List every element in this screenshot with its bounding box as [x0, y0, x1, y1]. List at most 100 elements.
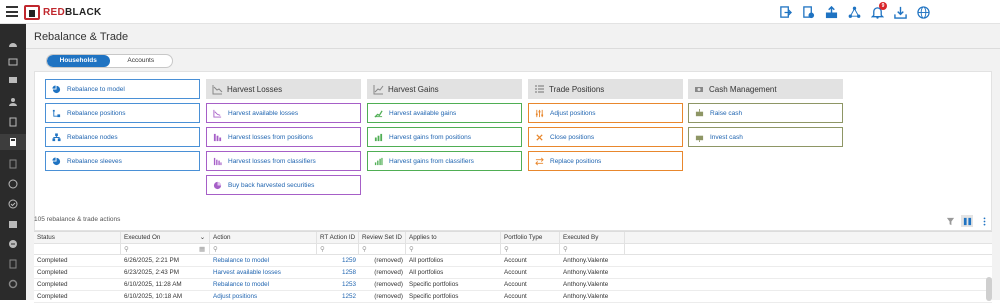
classifier-bars-icon	[213, 157, 222, 165]
cash-hand-icon	[695, 86, 703, 92]
check-icon[interactable]	[0, 196, 26, 212]
cell-action-link[interactable]: Harvest available losses	[210, 267, 317, 278]
rebalance-to-model-button[interactable]: Rebalance to model	[45, 79, 200, 99]
harvest-gains-from-classifiers-button[interactable]: Harvest gains from classifiers	[367, 151, 522, 171]
cell-rt-id-link[interactable]: 1259	[317, 255, 359, 266]
col-action[interactable]: Action	[210, 232, 317, 243]
rebalance-nodes-button[interactable]: Rebalance nodes	[45, 127, 200, 147]
raise-cash-button[interactable]: Raise cash	[688, 103, 843, 123]
cell-status: Completed	[37, 281, 68, 288]
rebalance-positions-button[interactable]: Rebalance positions	[45, 103, 200, 123]
document-icon[interactable]	[0, 156, 26, 172]
cell-rt-id-link[interactable]: 1253	[317, 279, 359, 290]
cell-rt-id-link[interactable]: 1258	[317, 267, 359, 278]
trade-nav-icon[interactable]	[0, 134, 26, 150]
cash-management-title: Cash Management	[709, 84, 777, 94]
harvest-available-losses-label: Harvest available losses	[228, 109, 299, 117]
household-icon[interactable]	[0, 72, 26, 88]
cell-action-link[interactable]: Adjust positions	[210, 291, 317, 302]
network-icon[interactable]	[847, 5, 861, 19]
users-icon[interactable]	[0, 94, 26, 110]
upload-icon[interactable]	[824, 5, 838, 19]
model-icon[interactable]	[0, 176, 26, 192]
replace-positions-button[interactable]: Replace positions	[528, 151, 683, 171]
col-status[interactable]: Status	[34, 232, 121, 243]
invest-cash-button[interactable]: Invest cash	[688, 127, 843, 147]
sleeves-pie-icon	[52, 156, 61, 165]
rebalance-sleeves-button[interactable]: Rebalance sleeves	[45, 151, 200, 171]
toggle-households[interactable]: Households	[47, 55, 110, 67]
calendar-icon[interactable]	[0, 216, 26, 232]
calendar-picker-icon[interactable]: ▦	[199, 246, 205, 253]
cell-review-set: (removed)	[374, 281, 403, 288]
close-positions-label: Close positions	[550, 133, 595, 141]
filter-applies-to[interactable]: ⚲	[406, 244, 501, 254]
cell-portfolio-type: Account	[504, 257, 527, 264]
cell-review-set: (removed)	[374, 293, 403, 300]
filter-rt-id[interactable]: ⚲	[317, 244, 359, 254]
sort-chevron-icon[interactable]: ⌄	[200, 234, 205, 241]
column-chooser-icon[interactable]	[961, 215, 973, 227]
buy-back-harvested-button[interactable]: Buy back harvested securities	[206, 175, 361, 195]
rebalance-group: Rebalance to model Rebalance positions R…	[45, 79, 200, 175]
dashboard-icon[interactable]	[0, 36, 26, 52]
globe-icon[interactable]	[916, 5, 930, 19]
trade-icon[interactable]	[778, 5, 792, 19]
harvest-losses-from-positions-button[interactable]: Harvest losses from positions	[206, 127, 361, 147]
filter-status[interactable]	[34, 244, 121, 254]
cell-action-link[interactable]: Rebalance to model	[210, 255, 317, 266]
cell-executed-by: Anthony.Valente	[563, 269, 609, 276]
col-review-set-id[interactable]: Review Set ID	[359, 232, 406, 243]
action-panel: Rebalance to model Rebalance positions R…	[34, 71, 992, 231]
toggle-accounts[interactable]: Accounts	[110, 55, 173, 67]
harvest-losses-from-classifiers-button[interactable]: Harvest losses from classifiers	[206, 151, 361, 171]
table-row[interactable]: Completed 6/23/2025, 2:43 PM Harvest ava…	[34, 267, 992, 279]
swap-arrows-icon	[535, 157, 544, 165]
filter-icon[interactable]	[944, 215, 956, 227]
filter-action[interactable]: ⚲	[210, 244, 317, 254]
more-options-icon[interactable]	[978, 215, 990, 227]
cell-action-link[interactable]: Rebalance to model	[210, 279, 317, 290]
bell-icon[interactable]: 9	[870, 2, 887, 19]
table-row[interactable]: Completed 6/26/2025, 2:21 PM Rebalance t…	[34, 255, 992, 267]
col-portfolio-type[interactable]: Portfolio Type	[501, 232, 560, 243]
close-x-icon	[536, 133, 543, 141]
rebalance-icon[interactable]	[0, 114, 26, 130]
settings-icon[interactable]	[0, 276, 26, 292]
minus-circle-icon[interactable]	[0, 236, 26, 252]
col-executed-on[interactable]: Executed On ⌄	[121, 232, 210, 243]
harvest-gains-from-positions-button[interactable]: Harvest gains from positions	[367, 127, 522, 147]
table-row[interactable]: Completed 6/10/2025, 10:18 AM Adjust pos…	[34, 291, 992, 303]
positions-icon	[52, 109, 61, 117]
filter-portfolio-type[interactable]: ⚲	[501, 244, 560, 254]
cell-executed-on: 6/26/2025, 2:21 PM	[124, 257, 179, 264]
col-rt-action-id[interactable]: RT Action ID	[317, 232, 359, 243]
filter-executed-on[interactable]: ⚲ ▦	[121, 244, 210, 254]
harvest-available-gains-button[interactable]: Harvest available gains	[367, 103, 522, 123]
cell-review-set: (removed)	[374, 269, 403, 276]
download-icon[interactable]	[893, 5, 907, 19]
reports-icon[interactable]	[801, 5, 815, 19]
rebalance-sleeves-label: Rebalance sleeves	[67, 157, 122, 165]
top-bar: RED BLACK 9	[0, 0, 1000, 24]
nodes-icon	[52, 132, 61, 141]
file-icon[interactable]	[0, 256, 26, 272]
cell-executed-by: Anthony.Valente	[563, 281, 609, 288]
harvest-available-losses-button[interactable]: Harvest available losses	[206, 103, 361, 123]
col-executed-by[interactable]: Executed By	[560, 232, 625, 243]
adjust-positions-button[interactable]: Adjust positions	[528, 103, 683, 123]
cell-applies-to: Specific portfolios	[409, 281, 459, 288]
cell-executed-on: 6/10/2025, 10:18 AM	[124, 293, 183, 300]
rebalance-to-model-label: Rebalance to model	[67, 85, 125, 93]
hamburger-menu-icon[interactable]	[6, 6, 18, 17]
close-positions-button[interactable]: Close positions	[528, 127, 683, 147]
col-applies-to[interactable]: Applies to	[406, 232, 501, 243]
filter-review-set[interactable]: ⚲	[359, 244, 406, 254]
cell-rt-id-link[interactable]: 1252	[317, 291, 359, 302]
search-icon: ⚲	[409, 245, 414, 253]
portfolio-icon[interactable]	[0, 54, 26, 70]
harvest-available-gains-label: Harvest available gains	[389, 109, 457, 117]
filter-executed-by[interactable]: ⚲	[560, 244, 625, 254]
table-scrollbar[interactable]	[986, 277, 992, 301]
table-row[interactable]: Completed 6/10/2025, 11:28 AM Rebalance …	[34, 279, 992, 291]
